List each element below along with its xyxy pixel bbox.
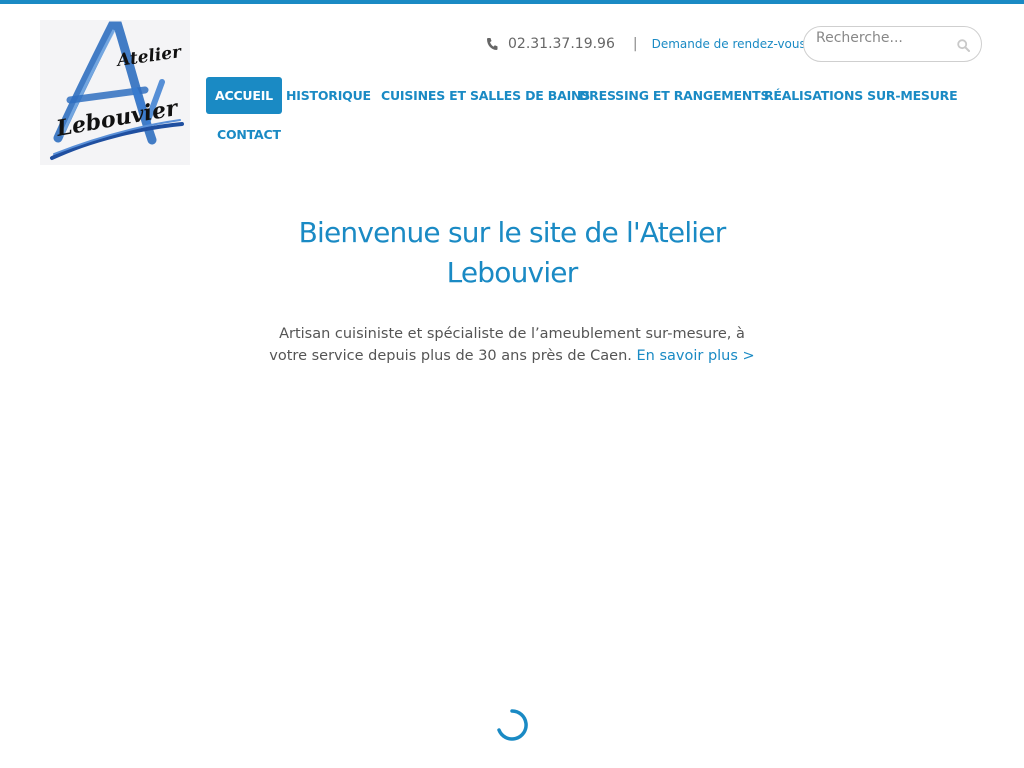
nav-item-contact[interactable]: CONTACT (208, 116, 290, 153)
search-input[interactable] (816, 28, 956, 48)
nav-item-realisations[interactable]: RÉALISATIONS SUR-MESURE (755, 77, 966, 114)
top-accent-bar (0, 0, 1024, 4)
nav-item-cuisines[interactable]: CUISINES ET SALLES DE BAINS (372, 77, 599, 114)
appointment-link[interactable]: Demande de rendez-vous (652, 37, 806, 51)
phone-number[interactable]: 02.31.37.19.96 (508, 36, 615, 52)
search-icon[interactable] (957, 39, 970, 52)
phone-icon (487, 38, 498, 50)
nav-item-accueil[interactable]: ACCUEIL (206, 77, 282, 114)
loading-spinner-icon (497, 709, 528, 741)
separator: | (632, 36, 638, 52)
site-logo[interactable]: Atelier Lebouvier (40, 20, 190, 165)
nav-item-dressing[interactable]: DRESSING ET RANGEMENTS (570, 77, 778, 114)
page-title: Bienvenue sur le site de l'Atelier Lebou… (298, 216, 727, 289)
intro-paragraph: Artisan cuisiniste et spécialiste de l’a… (262, 323, 762, 367)
logo-graphic: Atelier Lebouvier (50, 21, 184, 160)
search-box (803, 26, 982, 62)
learn-more-link[interactable]: En savoir plus > (637, 348, 755, 364)
nav-item-historique[interactable]: HISTORIQUE (277, 77, 380, 114)
contact-bar: 02.31.37.19.96 | Demande de rendez-vous (486, 35, 806, 53)
